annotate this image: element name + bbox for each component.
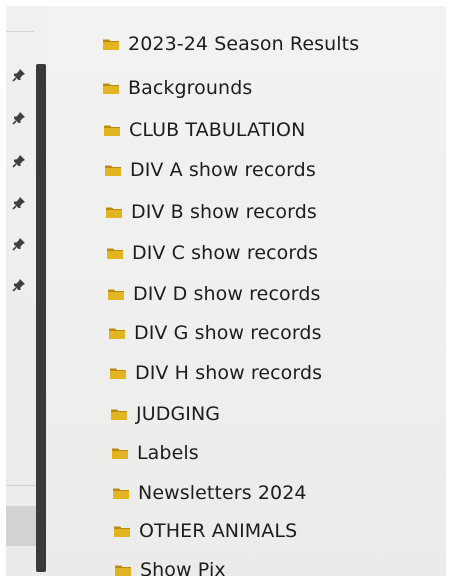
file-explorer-screen: 2023-24 Season Results Backgrounds CLUB … [6, 6, 446, 576]
folder-row[interactable]: 2023-24 Season Results [102, 29, 359, 59]
folder-icon [111, 409, 127, 420]
folder-name: DIV C show records [132, 242, 319, 264]
folder-icon [105, 165, 121, 176]
folder-icon [103, 39, 119, 50]
folder-row[interactable]: OTHER ANIMALS [113, 516, 297, 546]
folder-row[interactable]: DIV D show records [107, 279, 320, 309]
folder-row[interactable]: Labels [111, 438, 199, 468]
pin-icon[interactable] [12, 68, 26, 82]
folder-icon [108, 289, 124, 300]
folder-row[interactable]: CLUB TABULATION [103, 115, 305, 145]
folder-row[interactable]: DIV H show records [109, 358, 322, 388]
nav-divider-bottom [6, 485, 38, 486]
folder-icon [112, 448, 128, 459]
folder-name: OTHER ANIMALS [139, 520, 298, 542]
folder-name: DIV A show records [130, 159, 316, 181]
folder-name: Show Pix [140, 559, 226, 576]
folder-name: Labels [137, 442, 199, 464]
folder-icon [106, 207, 122, 218]
folder-row[interactable]: DIV C show records [106, 238, 318, 268]
folder-row[interactable]: Newsletters 2024 [112, 478, 307, 508]
folder-icon [110, 368, 126, 379]
folder-row[interactable]: DIV A show records [104, 155, 316, 185]
folder-name: DIV D show records [133, 283, 321, 305]
folder-icon [107, 248, 123, 259]
pin-icon[interactable] [12, 278, 26, 292]
folder-row[interactable]: Backgrounds [102, 73, 252, 103]
pin-icon[interactable] [12, 237, 26, 251]
folder-row[interactable]: DIV G show records [108, 318, 322, 348]
nav-divider-top [6, 31, 34, 32]
folder-name: Newsletters 2024 [138, 482, 307, 504]
pin-icon[interactable] [12, 154, 26, 168]
folder-name: JUDGING [136, 403, 221, 425]
pin-icon[interactable] [12, 196, 26, 210]
folder-name: DIV H show records [135, 362, 323, 384]
folder-row[interactable]: DIV B show records [105, 197, 317, 227]
folder-icon [114, 526, 130, 537]
folder-icon [109, 328, 125, 339]
pin-icon[interactable] [12, 111, 26, 125]
folder-icon [113, 488, 129, 499]
folder-icon [115, 565, 131, 576]
folder-name: DIV B show records [131, 201, 317, 223]
folder-name: CLUB TABULATION [129, 119, 306, 141]
folder-row[interactable]: Show Pix [114, 555, 226, 576]
folder-name: DIV G show records [134, 322, 322, 344]
folder-row[interactable]: JUDGING [110, 399, 220, 429]
nav-scrollbar[interactable] [36, 64, 46, 572]
folder-name: Backgrounds [128, 77, 253, 99]
folder-icon [104, 125, 120, 136]
folder-icon [103, 83, 119, 94]
nav-scrollbar-thumb[interactable] [36, 64, 46, 572]
folder-name: 2023-24 Season Results [128, 33, 360, 55]
